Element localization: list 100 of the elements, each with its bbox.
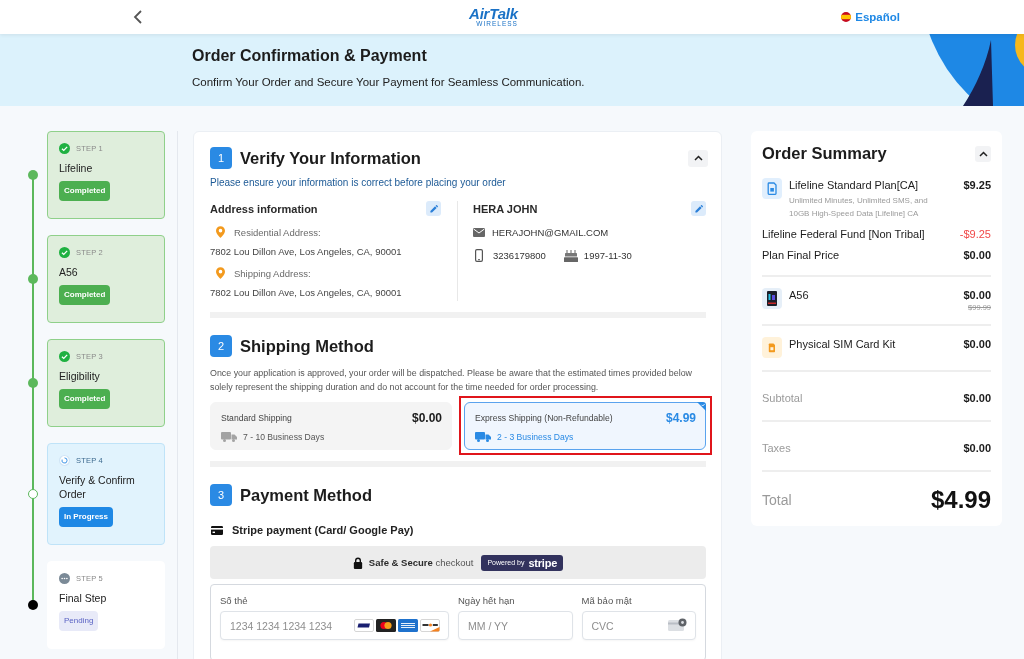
check-circle-icon — [59, 142, 70, 154]
sim-card-icon — [762, 178, 782, 199]
charge-amount: $0.00 — [963, 441, 991, 455]
sim-card-icon — [762, 337, 782, 358]
card-logo-icon — [420, 619, 440, 632]
timeline-dot — [28, 600, 38, 610]
section-title: Verify Your Information — [240, 148, 421, 168]
edit-button[interactable] — [426, 201, 441, 216]
step-title: Final Step — [59, 591, 108, 605]
delivery-time: 7 - 10 Business Days — [243, 432, 325, 442]
timeline-dot — [28, 489, 38, 499]
location-pin-icon — [216, 226, 225, 238]
pencil-icon — [429, 204, 438, 213]
price-line-amount: -$9.25 — [959, 227, 991, 241]
phone-icon — [762, 288, 782, 309]
shipping-name: Standard Shipping — [221, 413, 292, 423]
payment-method-label: Stripe payment (Card/ Google Pay) — [232, 524, 414, 536]
credit-card-icon — [211, 525, 223, 535]
charge-amount: $0.00 — [963, 391, 991, 405]
collapse-button[interactable] — [975, 145, 991, 162]
field-label: Số thẻ — [220, 595, 249, 606]
shipping-option[interactable]: Standard Shipping $0.00 7 - 10 Business Days — [210, 402, 452, 450]
total-label: Total — [762, 492, 792, 508]
field-label: Mã bảo mật — [581, 595, 633, 606]
shipping-note: Once your application is approved, your order will be dispatched. Please be aware that the estimated times provided below solely represent the shipping duration and do not account for the time needed for order processing. — [210, 367, 693, 394]
product-name: Physical SIM Card Kit — [789, 337, 897, 351]
secure-checkout-text: Safe & Secure checkout — [368, 557, 474, 568]
product-price: $0.00 — [963, 288, 991, 302]
plan-description: Unlimited Minutes, Unlimited SMS, and 10GB High-Speed Data [Lifeline] CA — [789, 195, 929, 220]
step-title: Lifeline — [59, 161, 94, 175]
language-link[interactable]: Español — [841, 11, 900, 23]
product-name: A56 — [789, 288, 810, 302]
price-line-amount: $0.00 — [963, 248, 991, 262]
mobile-phone-icon — [475, 249, 483, 262]
expiry-date-field[interactable]: MM / YY — [458, 611, 573, 640]
shipping-option[interactable]: Express Shipping (Non-Refundable) $4.99 2 - 3 Business Days — [464, 402, 706, 450]
security-code-field[interactable]: CVC — [581, 611, 696, 640]
birth-date-text: 1997-11-30 — [583, 250, 632, 261]
address-label: Shipping Address: — [234, 267, 311, 279]
summary-title: Order Summary — [762, 144, 887, 163]
edit-button[interactable] — [691, 201, 706, 216]
section-number: 1 — [210, 147, 232, 169]
location-pin-icon — [216, 267, 225, 279]
pencil-icon — [694, 204, 703, 213]
price-line-label: Plan Final Price — [762, 248, 840, 262]
address-text: 7802 Lou Dillon Ave, Los Angeles, CA, 90001 — [210, 246, 403, 257]
delivery-time: 2 - 3 Business Days — [497, 432, 574, 442]
status-badge: Completed — [59, 181, 111, 201]
logo-wordmark: AirTalk — [469, 6, 518, 22]
plan-name: Lifeline Standard Plan[CA] — [789, 178, 920, 192]
step-title: Eligibility — [59, 369, 101, 383]
price-line-label: Lifeline Federal Fund [Non Tribal] — [762, 227, 925, 241]
lock-icon — [352, 556, 363, 569]
total-amount: $4.99 — [930, 486, 991, 514]
email-text: HERAJOHN@GMAIL.COM — [492, 227, 609, 238]
provider-wordmark: stripe — [528, 556, 558, 569]
field-label: Ngày hết hạn — [458, 595, 516, 606]
card-logo-icon — [354, 619, 374, 632]
card-logo-icon — [376, 619, 396, 632]
page-subtitle: Confirm Your Order and Secure Your Payment for Seamless Communication. — [192, 75, 586, 89]
status-badge: Completed — [59, 285, 111, 305]
truck-icon — [475, 432, 491, 442]
status-badge: In Progress — [59, 507, 113, 527]
info-note: Please ensure your information is correct before placing your order — [210, 177, 507, 189]
chevron-left-icon — [133, 10, 142, 24]
address-label: Residential Address: — [234, 226, 321, 238]
back-button[interactable] — [133, 10, 142, 24]
timeline-dot — [28, 170, 38, 180]
page-title: Order Confirmation & Payment — [192, 47, 428, 65]
status-badge: Pending — [59, 611, 99, 631]
envelope-icon — [473, 228, 485, 237]
progress-ring-icon — [59, 454, 70, 466]
truck-icon — [221, 432, 237, 442]
chevron-up-icon — [693, 155, 703, 161]
flag-icon — [841, 12, 852, 22]
collapse-button[interactable] — [688, 149, 708, 167]
product-price: $0.00 — [963, 337, 991, 351]
customer-name: HERA JOHN — [473, 202, 538, 215]
check-corner-icon — [697, 402, 706, 411]
address-heading: Address information — [210, 202, 318, 215]
section-number: 2 — [210, 335, 232, 357]
address-text: 7802 Lou Dillon Ave, Los Angeles, CA, 90001 — [210, 287, 403, 298]
more-dots-icon — [59, 572, 70, 584]
check-circle-icon — [59, 350, 70, 362]
section-title: Shipping Method — [240, 336, 374, 356]
charge-label: Taxes — [762, 442, 791, 454]
step-title: A56 — [59, 265, 79, 279]
birthday-cake-icon — [563, 249, 578, 262]
phone-text: 3236179800 — [493, 250, 546, 261]
check-circle-icon — [59, 246, 70, 258]
chevron-up-icon — [978, 150, 988, 157]
card-logo-icon — [398, 619, 418, 632]
section-title: Payment Method — [240, 485, 373, 505]
shipping-price: $4.99 — [665, 411, 696, 425]
charge-label: Subtotal — [762, 392, 803, 404]
status-badge: Completed — [59, 389, 111, 409]
timeline-dot — [28, 378, 38, 388]
section-number: 3 — [210, 484, 232, 506]
shipping-price: $0.00 — [411, 411, 442, 425]
step-title: Verify & Confirm Order — [59, 473, 136, 501]
